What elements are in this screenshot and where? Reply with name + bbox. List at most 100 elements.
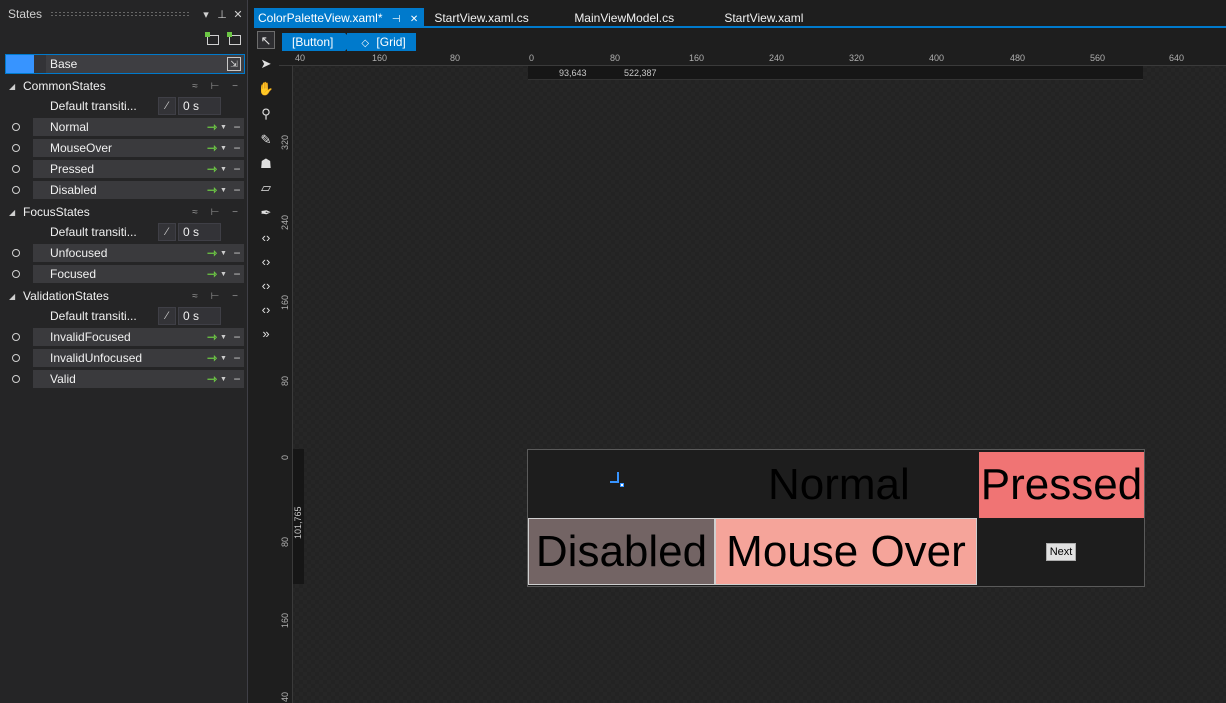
chevron-down-icon[interactable]: ▼	[220, 145, 230, 152]
add-transition-icon[interactable]: ⊢	[205, 291, 225, 302]
transition-duration-field[interactable]: 0 s	[178, 307, 221, 325]
remove-state-icon[interactable]: −	[230, 372, 244, 386]
panel-drag-grip[interactable]	[50, 11, 191, 17]
pressed-cell[interactable]: Pressed	[979, 452, 1144, 518]
state-group-focus[interactable]: ◢ FocusStates ≈ ⊢ −	[5, 202, 245, 222]
state-radio[interactable]	[12, 186, 20, 194]
close-icon[interactable]: ✕	[231, 8, 245, 21]
remove-group-icon[interactable]: −	[225, 207, 245, 218]
tab-mainviewmodel[interactable]: MainViewModel.cs	[570, 8, 720, 28]
chevron-down-icon[interactable]: ▼	[220, 271, 230, 278]
direct-select-icon[interactable]: ➤	[257, 55, 275, 73]
breadcrumb-grid[interactable]: ◇ [Grid]	[347, 33, 416, 51]
state-radio[interactable]	[12, 375, 20, 383]
state-group-common[interactable]: ◢ CommonStates ≈ ⊢ −	[5, 76, 245, 96]
pen-icon[interactable]: ✒	[257, 204, 275, 222]
chevron-down-icon[interactable]: ▼	[220, 250, 230, 257]
remove-state-icon[interactable]: −	[230, 351, 244, 365]
panel-dropdown-icon[interactable]: ▾	[199, 8, 213, 21]
chevron-down-icon[interactable]: ▼	[220, 124, 230, 131]
add-transition-icon[interactable]: ⇾	[204, 183, 220, 197]
add-state-group-icon[interactable]	[205, 32, 219, 46]
state-radio[interactable]	[12, 354, 20, 362]
state-radio[interactable]	[12, 123, 20, 131]
transition-preview-icon[interactable]	[227, 32, 241, 46]
transition-duration-field[interactable]: 0 s	[178, 223, 221, 241]
selection-tool-icon[interactable]: ↖	[257, 31, 275, 49]
state-row-invalidfocused[interactable]: InvalidFocused ⇾ ▼ −	[0, 327, 248, 347]
next-button[interactable]: Next	[1046, 543, 1076, 561]
chevron-down-icon[interactable]: ▼	[220, 187, 230, 194]
state-bar[interactable]: Focused ⇾ ▼ −	[33, 265, 244, 283]
disabled-cell[interactable]: Disabled	[528, 518, 715, 585]
code-tag-icon[interactable]: ‹›	[257, 301, 275, 319]
remove-state-icon[interactable]: −	[230, 141, 244, 155]
state-bar[interactable]: Valid ⇾ ▼ −	[33, 370, 244, 388]
state-group-validation[interactable]: ◢ ValidationStates ≈ ⊢ −	[5, 286, 245, 306]
state-radio[interactable]	[12, 249, 20, 257]
tab-colorpaletteview[interactable]: ColorPaletteView.xaml* ⊣ ✕	[254, 8, 425, 28]
add-transition-icon[interactable]: ⇾	[204, 372, 220, 386]
code-tag-icon[interactable]: ‹›	[257, 229, 275, 247]
transition-duration-field[interactable]: 0 s	[178, 97, 221, 115]
add-transition-icon[interactable]: ⇾	[204, 162, 220, 176]
easing-icon[interactable]: ≈	[185, 291, 205, 302]
state-bar[interactable]: Pressed ⇾ ▼ −	[33, 160, 244, 178]
state-radio[interactable]	[12, 144, 20, 152]
state-row-invalidunfocused[interactable]: InvalidUnfocused ⇾ ▼ −	[0, 348, 248, 368]
normal-cell[interactable]: Normal	[768, 452, 978, 518]
add-transition-icon[interactable]: ⊢	[205, 207, 225, 218]
state-bar[interactable]: InvalidUnfocused ⇾ ▼ −	[33, 349, 244, 367]
more-tools-icon[interactable]: »	[257, 325, 275, 343]
add-transition-icon[interactable]: ⇾	[204, 330, 220, 344]
tab-startview-cs[interactable]: StartView.xaml.cs	[430, 8, 570, 28]
state-row-pressed[interactable]: Pressed ⇾ ▼ −	[0, 159, 248, 179]
state-row-valid[interactable]: Valid ⇾ ▼ −	[0, 369, 248, 389]
add-transition-icon[interactable]: ⇾	[204, 267, 220, 281]
state-row-disabled[interactable]: Disabled ⇾ ▼ −	[0, 180, 248, 200]
add-transition-icon[interactable]: ⇾	[204, 141, 220, 155]
state-row-unfocused[interactable]: Unfocused ⇾ ▼ −	[0, 243, 248, 263]
easing-icon[interactable]: ≈	[185, 81, 205, 92]
state-radio[interactable]	[12, 333, 20, 341]
eyedropper-icon[interactable]: ✎	[257, 131, 275, 149]
remove-state-icon[interactable]: −	[230, 267, 244, 281]
remove-state-icon[interactable]: −	[230, 162, 244, 176]
close-icon[interactable]: ✕	[410, 14, 418, 25]
state-row-normal[interactable]: Normal ⇾ ▼ −	[0, 117, 248, 137]
chevron-down-icon[interactable]: ▼	[220, 376, 230, 383]
state-bar[interactable]: Unfocused ⇾ ▼ −	[33, 244, 244, 262]
pin-icon[interactable]: ⊣	[392, 14, 401, 25]
remove-group-icon[interactable]: −	[225, 291, 245, 302]
state-bar[interactable]: InvalidFocused ⇾ ▼ −	[33, 328, 244, 346]
design-artboard[interactable]	[279, 52, 1226, 703]
add-transition-icon[interactable]: ⇾	[204, 120, 220, 134]
tab-startview-xaml[interactable]: StartView.xaml	[720, 8, 807, 28]
base-record-icon[interactable]: ⇲	[227, 57, 241, 71]
state-bar[interactable]: Disabled ⇾ ▼ −	[33, 181, 244, 199]
chevron-down-icon[interactable]: ▼	[220, 334, 230, 341]
remove-state-icon[interactable]: −	[230, 120, 244, 134]
state-row-focused[interactable]: Focused ⇾ ▼ −	[0, 264, 248, 284]
easing-function-icon[interactable]: ⁄	[158, 307, 176, 325]
state-radio[interactable]	[12, 270, 20, 278]
pan-hand-icon[interactable]: ✋	[257, 80, 275, 98]
base-state-row[interactable]: Base ⇲	[5, 54, 245, 74]
remove-state-icon[interactable]: −	[230, 246, 244, 260]
code-tag-icon[interactable]: ‹›	[257, 277, 275, 295]
canvas-grid[interactable]: Normal Pressed Disabled Mouse Over Next	[527, 449, 1145, 587]
state-row-mouseover[interactable]: MouseOver ⇾ ▼ −	[0, 138, 248, 158]
add-transition-icon[interactable]: ⇾	[204, 351, 220, 365]
eraser-icon[interactable]: ▱	[257, 179, 275, 197]
easing-function-icon[interactable]: ⁄	[158, 223, 176, 241]
collapse-triangle-icon[interactable]: ◢	[9, 208, 19, 217]
zoom-icon[interactable]: ⚲	[257, 105, 275, 123]
state-bar[interactable]: MouseOver ⇾ ▼ −	[33, 139, 244, 157]
code-tag-icon[interactable]: ‹›	[257, 253, 275, 271]
remove-group-icon[interactable]: −	[225, 81, 245, 92]
chevron-down-icon[interactable]: ▼	[220, 166, 230, 173]
easing-icon[interactable]: ≈	[185, 207, 205, 218]
chevron-down-icon[interactable]: ▼	[220, 355, 230, 362]
mouse-over-cell[interactable]: Mouse Over	[715, 518, 977, 585]
remove-state-icon[interactable]: −	[230, 330, 244, 344]
